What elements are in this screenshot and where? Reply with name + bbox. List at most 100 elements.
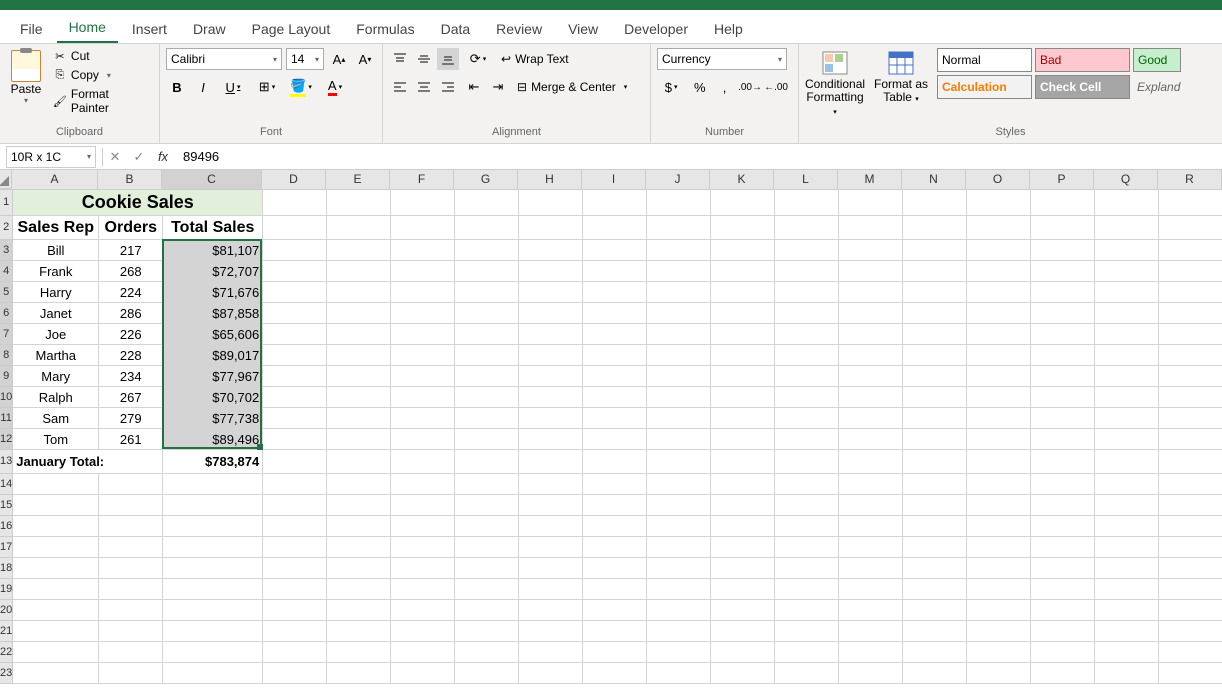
cell-C20[interactable]: [163, 600, 263, 621]
cell-J18[interactable]: [647, 558, 711, 579]
cell-K6[interactable]: [711, 303, 775, 324]
cell-R12[interactable]: [1159, 429, 1222, 450]
cell-F20[interactable]: [391, 600, 455, 621]
cell-K10[interactable]: [711, 387, 775, 408]
shrink-font-button[interactable]: A▾: [354, 48, 376, 70]
cell-P11[interactable]: [1031, 408, 1095, 429]
cell-K13[interactable]: [711, 450, 775, 474]
increase-decimal-button[interactable]: .00→: [739, 76, 761, 98]
cell-B16[interactable]: [99, 516, 163, 537]
cell-D22[interactable]: [263, 642, 327, 663]
cell-D1[interactable]: [263, 190, 327, 216]
cell-R13[interactable]: [1159, 450, 1222, 474]
cell-N21[interactable]: [903, 621, 967, 642]
cell-O7[interactable]: [967, 324, 1031, 345]
cell-Q11[interactable]: [1095, 408, 1159, 429]
cell-D21[interactable]: [263, 621, 327, 642]
cell-M12[interactable]: [839, 429, 903, 450]
row-header-16[interactable]: 16: [0, 516, 13, 537]
col-header-G[interactable]: G: [454, 170, 518, 189]
cell-A7[interactable]: Joe: [13, 324, 99, 345]
cell-B15[interactable]: [99, 495, 163, 516]
cell-G7[interactable]: [455, 324, 519, 345]
col-header-F[interactable]: F: [390, 170, 454, 189]
cell-A18[interactable]: [13, 558, 99, 579]
cell-K20[interactable]: [711, 600, 775, 621]
cell-C4[interactable]: $72,707: [163, 261, 263, 282]
cell-E3[interactable]: [327, 240, 391, 261]
decrease-decimal-button[interactable]: ←.00: [765, 76, 787, 98]
cell-F23[interactable]: [391, 663, 455, 684]
tab-view[interactable]: View: [556, 13, 610, 43]
cell-K18[interactable]: [711, 558, 775, 579]
cell-L5[interactable]: [775, 282, 839, 303]
cell-H23[interactable]: [519, 663, 583, 684]
grow-font-button[interactable]: A▴: [328, 48, 350, 70]
cell-F7[interactable]: [391, 324, 455, 345]
cell-C22[interactable]: [163, 642, 263, 663]
cell-J14[interactable]: [647, 474, 711, 495]
cell-O18[interactable]: [967, 558, 1031, 579]
cell-B4[interactable]: 268: [99, 261, 163, 282]
cell-A11[interactable]: Sam: [13, 408, 99, 429]
cell-M8[interactable]: [839, 345, 903, 366]
cell-J4[interactable]: [647, 261, 711, 282]
cell-O5[interactable]: [967, 282, 1031, 303]
cell-G17[interactable]: [455, 537, 519, 558]
row-header-10[interactable]: 10: [0, 387, 13, 408]
cell-B2[interactable]: Orders: [99, 216, 163, 240]
row-header-1[interactable]: 1: [0, 190, 13, 216]
cell-B22[interactable]: [99, 642, 163, 663]
increase-indent-button[interactable]: ⇥: [487, 76, 509, 98]
cell-E16[interactable]: [327, 516, 391, 537]
cell-J17[interactable]: [647, 537, 711, 558]
cell-J10[interactable]: [647, 387, 711, 408]
style-normal[interactable]: Normal: [937, 48, 1032, 72]
cell-E18[interactable]: [327, 558, 391, 579]
cell-P4[interactable]: [1031, 261, 1095, 282]
cell-L23[interactable]: [775, 663, 839, 684]
cell-G4[interactable]: [455, 261, 519, 282]
cell-H16[interactable]: [519, 516, 583, 537]
cell-R4[interactable]: [1159, 261, 1222, 282]
cell-I10[interactable]: [583, 387, 647, 408]
cell-H11[interactable]: [519, 408, 583, 429]
cell-E6[interactable]: [327, 303, 391, 324]
row-header-8[interactable]: 8: [0, 345, 13, 366]
wrap-text-button[interactable]: ↩Wrap Text: [497, 48, 573, 70]
formula-input[interactable]: 89496: [175, 149, 1222, 164]
cell-I22[interactable]: [583, 642, 647, 663]
cell-H9[interactable]: [519, 366, 583, 387]
cell-L20[interactable]: [775, 600, 839, 621]
cell-F17[interactable]: [391, 537, 455, 558]
cell-C7[interactable]: $65,606: [163, 324, 263, 345]
cell-A17[interactable]: [13, 537, 99, 558]
cell-E1[interactable]: [327, 190, 391, 216]
comma-button[interactable]: ,: [714, 76, 735, 98]
format-painter-button[interactable]: 🖌Format Painter: [50, 86, 153, 116]
cell-F12[interactable]: [391, 429, 455, 450]
cell-K19[interactable]: [711, 579, 775, 600]
cell-R10[interactable]: [1159, 387, 1222, 408]
cell-K17[interactable]: [711, 537, 775, 558]
cell-Q12[interactable]: [1095, 429, 1159, 450]
cell-B20[interactable]: [99, 600, 163, 621]
cell-L14[interactable]: [775, 474, 839, 495]
cell-H22[interactable]: [519, 642, 583, 663]
cell-C9[interactable]: $77,967: [163, 366, 263, 387]
insert-function-button[interactable]: fx: [151, 146, 175, 168]
cell-A16[interactable]: [13, 516, 99, 537]
cell-J20[interactable]: [647, 600, 711, 621]
cell-R19[interactable]: [1159, 579, 1222, 600]
cell-E20[interactable]: [327, 600, 391, 621]
cell-A4[interactable]: Frank: [13, 261, 99, 282]
cell-J7[interactable]: [647, 324, 711, 345]
cell-I20[interactable]: [583, 600, 647, 621]
cell-I19[interactable]: [583, 579, 647, 600]
cell-D15[interactable]: [263, 495, 327, 516]
cell-H18[interactable]: [519, 558, 583, 579]
cell-K2[interactable]: [711, 216, 775, 240]
cell-J23[interactable]: [647, 663, 711, 684]
cell-C5[interactable]: $71,676: [163, 282, 263, 303]
col-header-D[interactable]: D: [262, 170, 326, 189]
